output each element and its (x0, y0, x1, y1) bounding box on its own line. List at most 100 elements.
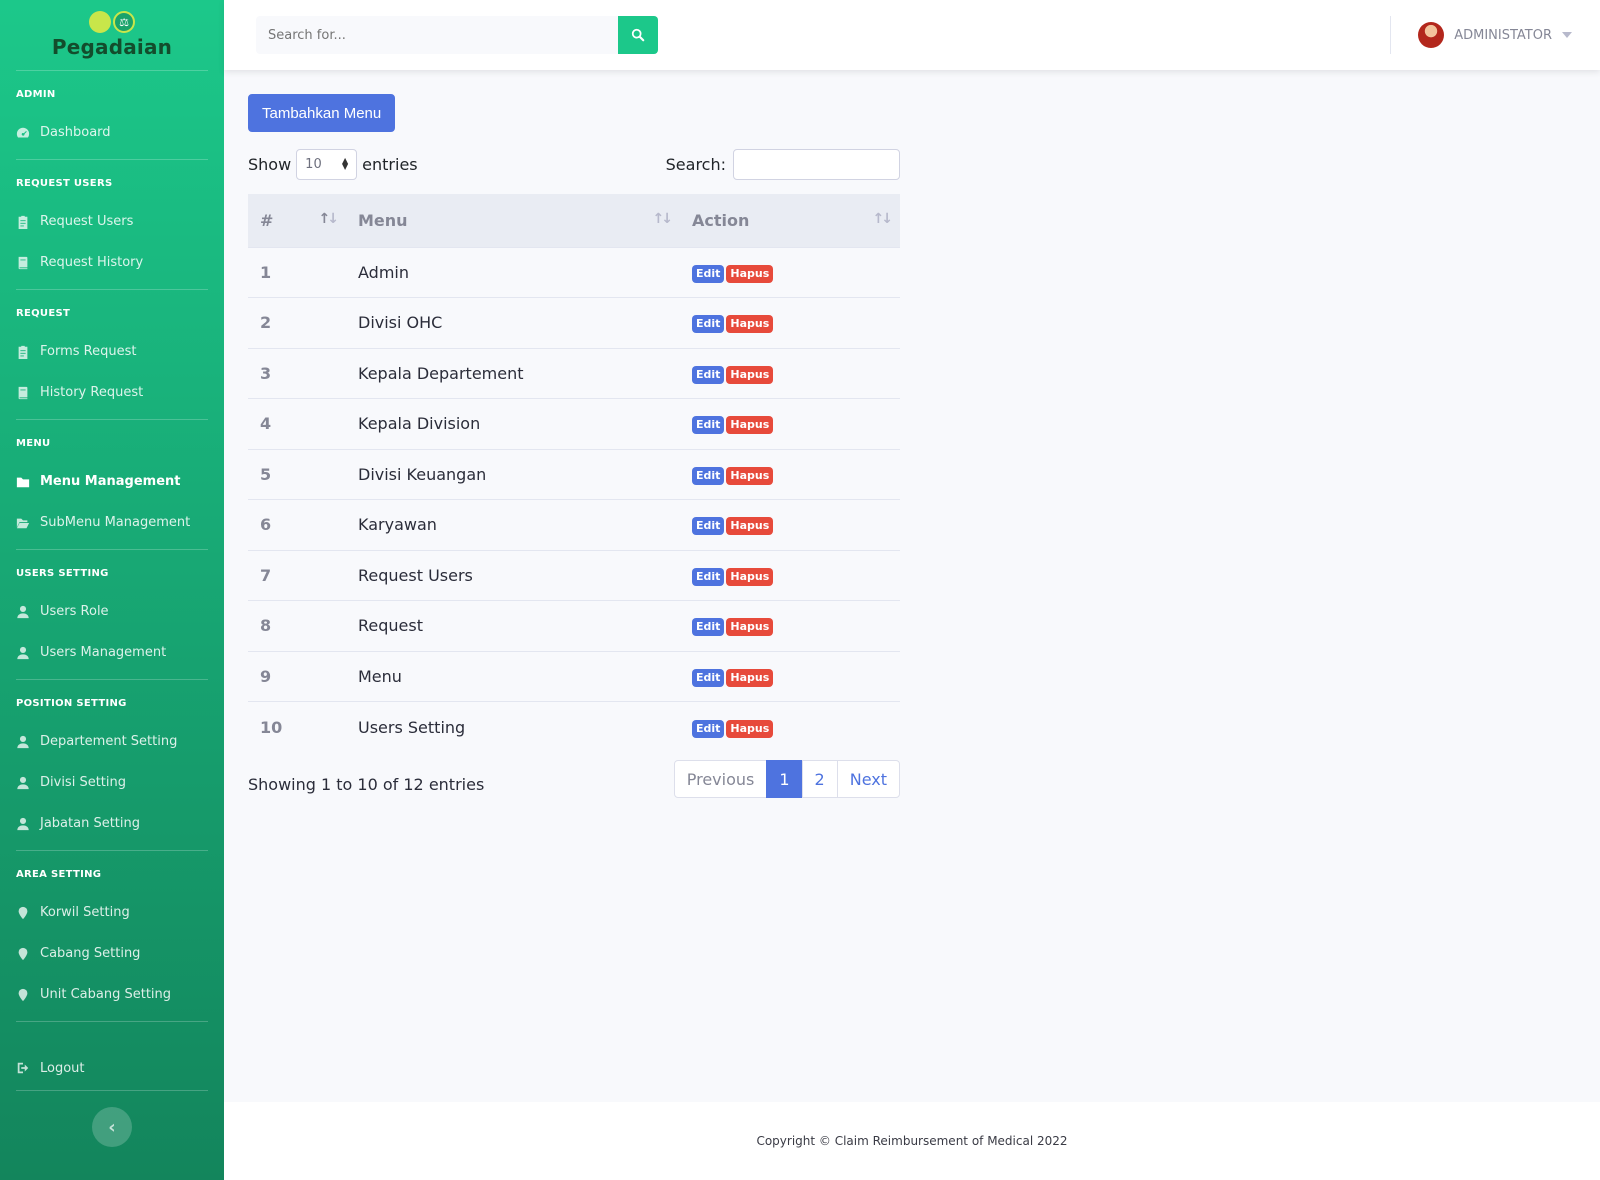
add-menu-button[interactable]: Tambahkan Menu (248, 94, 396, 132)
previous-page-button[interactable]: Previous (673, 760, 768, 798)
row-number: 8 (248, 600, 346, 651)
row-menu-name: Divisi OHC (346, 297, 680, 348)
sort-asc-icon: ↑↓ (318, 211, 340, 227)
delete-button[interactable]: Hapus (726, 264, 774, 283)
sidebar-item-label: Divisi Setting (40, 775, 126, 790)
sidebar-item-label: Korwil Setting (40, 905, 130, 920)
sidebar-item-request-users[interactable]: Request Users (0, 201, 224, 242)
sidebar-item-users-role[interactable]: Users Role (0, 591, 224, 632)
sidebar-item-divisi-setting[interactable]: Divisi Setting (0, 762, 224, 803)
sidebar-heading: USERS SETTING (16, 568, 109, 579)
sidebar-item-forms-request[interactable]: Forms Request (0, 331, 224, 372)
sidebar-item-departement-setting[interactable]: Departement Setting (0, 721, 224, 762)
sign-out-icon (16, 1061, 30, 1075)
sidebar-item-request-history[interactable]: Request History (0, 242, 224, 283)
delete-button[interactable]: Hapus (726, 567, 774, 586)
pagination: Previous 1 2 Next (673, 760, 900, 798)
row-number: 4 (248, 398, 346, 449)
delete-button[interactable]: Hapus (726, 416, 774, 435)
edit-button[interactable]: Edit (692, 416, 725, 435)
sidebar-item-cabang-setting[interactable]: Cabang Setting (0, 933, 224, 974)
delete-button[interactable]: Hapus (726, 466, 774, 485)
sidebar-item-label: Request History (40, 255, 144, 270)
table-row: 7 Request Users Edit Hapus (248, 549, 900, 601)
sidebar-item-label: Forms Request (40, 344, 137, 359)
page-button-1[interactable]: 1 (766, 760, 803, 798)
row-number: 1 (248, 246, 346, 298)
row-menu-name: Karyawan (346, 499, 680, 550)
topbar-search-button[interactable] (618, 16, 658, 54)
delete-button[interactable]: Hapus (726, 315, 774, 334)
copyright-text: Copyright © Claim Reimbursement of Medic… (756, 1134, 1068, 1148)
sidebar-item-jabatan-setting[interactable]: Jabatan Setting (0, 803, 224, 844)
sidebar-heading: AREA SETTING (16, 869, 102, 880)
table-row: 8 Request Edit Hapus (248, 600, 900, 651)
row-actions: Edit Hapus (680, 701, 900, 752)
next-page-button[interactable]: Next (836, 760, 900, 798)
delete-button[interactable]: Hapus (726, 719, 774, 738)
row-number: 10 (248, 701, 346, 752)
edit-button[interactable]: Edit (692, 517, 725, 536)
table-search-input[interactable] (733, 148, 900, 180)
edit-button[interactable]: Edit (692, 315, 725, 334)
sidebar-item-unit-cabang-setting[interactable]: Unit Cabang Setting (0, 974, 224, 1015)
edit-button[interactable]: Edit (692, 719, 725, 738)
row-number: 9 (248, 650, 346, 702)
user-icon (16, 605, 30, 619)
table-row: 2 Divisi OHC Edit Hapus (248, 297, 900, 348)
row-menu-name: Request Users (346, 549, 680, 601)
sidebar-item-label: Jabatan Setting (40, 816, 141, 831)
sidebar-item-users-management[interactable]: Users Management (0, 632, 224, 673)
delete-button[interactable]: Hapus (726, 365, 774, 384)
menu-table: # ↑↓ Menu ↑↓ Action ↑↓ 1 Admin Edit Hapus 2 D… (248, 194, 900, 752)
edit-button[interactable]: Edit (692, 365, 725, 384)
page-footer: Copyright © Claim Reimbursement of Medic… (224, 1102, 1600, 1180)
row-actions: Edit Hapus (680, 650, 900, 702)
topbar-search-input[interactable] (256, 16, 618, 54)
sidebar-item-korwil-setting[interactable]: Korwil Setting (0, 892, 224, 933)
sort-icon: ↑↓ (652, 211, 674, 227)
column-header-number[interactable]: # ↑↓ (248, 194, 346, 247)
sidebar-item-label: SubMenu Management (40, 515, 191, 530)
edit-button[interactable]: Edit (692, 264, 725, 283)
column-header-menu[interactable]: Menu ↑↓ (346, 194, 680, 247)
page-length-control: Show 10 ▲ ▼ entries (248, 148, 418, 180)
edit-button[interactable]: Edit (692, 668, 725, 687)
row-actions: Edit Hapus (680, 398, 900, 449)
folder-icon (16, 475, 30, 489)
map-marker-icon (16, 988, 30, 1002)
search-icon (631, 28, 645, 42)
sidebar-item-menu-management[interactable]: Menu Management (0, 461, 224, 502)
folder-open-icon (16, 516, 30, 530)
edit-button[interactable]: Edit (692, 567, 725, 586)
book-icon (16, 386, 30, 400)
sidebar-toggle-button[interactable]: ‹ (92, 1107, 132, 1147)
column-header-action[interactable]: Action ↑↓ (680, 194, 900, 247)
brand[interactable]: ⚖ Pegadaian (0, 0, 224, 70)
chevron-left-icon: ‹ (108, 1116, 116, 1138)
delete-button[interactable]: Hapus (726, 668, 774, 687)
sidebar-item-submenu-management[interactable]: SubMenu Management (0, 502, 224, 543)
delete-button[interactable]: Hapus (726, 618, 774, 637)
user-icon (16, 776, 30, 790)
row-actions: Edit Hapus (680, 347, 900, 399)
edit-button[interactable]: Edit (692, 466, 725, 485)
clipboard-icon (16, 345, 30, 359)
map-marker-icon (16, 947, 30, 961)
sidebar-item-dashboard[interactable]: Dashboard (0, 112, 224, 153)
delete-button[interactable]: Hapus (726, 517, 774, 536)
row-menu-name: Divisi Keuangan (346, 448, 680, 500)
page-length-value: 10 (305, 156, 322, 172)
sidebar-heading: REQUEST (16, 308, 71, 319)
sidebar-item-history-request[interactable]: History Request (0, 372, 224, 413)
edit-button[interactable]: Edit (692, 618, 725, 637)
page-length-select[interactable]: 10 ▲ ▼ (296, 148, 358, 180)
row-menu-name: Request (346, 600, 680, 651)
page-button-2[interactable]: 2 (801, 760, 838, 798)
logout-link[interactable]: Logout (0, 1046, 224, 1090)
show-label: Show (248, 154, 292, 174)
user-dropdown[interactable]: ADMINISTATOR (1418, 0, 1572, 70)
row-number: 6 (248, 499, 346, 550)
dashboard-icon (16, 126, 30, 140)
map-marker-icon (16, 906, 30, 920)
